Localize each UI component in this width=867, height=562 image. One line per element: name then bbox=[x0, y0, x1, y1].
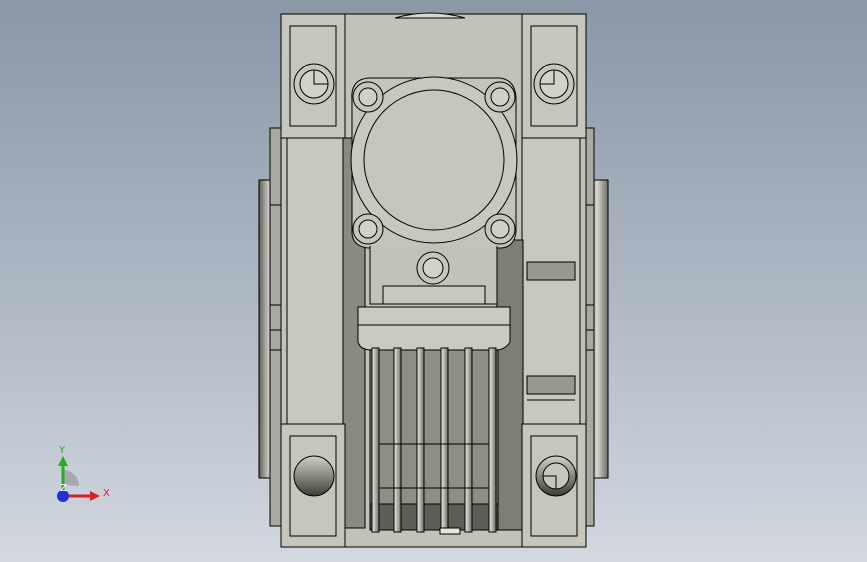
gearbox-model[interactable] bbox=[0, 0, 867, 562]
corner-mount-bottom-right bbox=[521, 423, 587, 548]
left-side-flange bbox=[258, 127, 285, 527]
x-axis-label: X bbox=[103, 488, 110, 499]
cooling-fins bbox=[357, 285, 511, 535]
corner-mount-top-left bbox=[280, 13, 346, 139]
y-axis-label: Y bbox=[58, 445, 66, 456]
input-flange bbox=[350, 76, 518, 305]
graphics-viewport[interactable]: Y X Z bbox=[0, 0, 867, 562]
reference-triad: Y X Z bbox=[57, 445, 110, 502]
z-axis-label: Z bbox=[60, 483, 67, 494]
corner-mount-bottom-left bbox=[280, 423, 346, 548]
corner-mount-top-right bbox=[521, 13, 587, 139]
